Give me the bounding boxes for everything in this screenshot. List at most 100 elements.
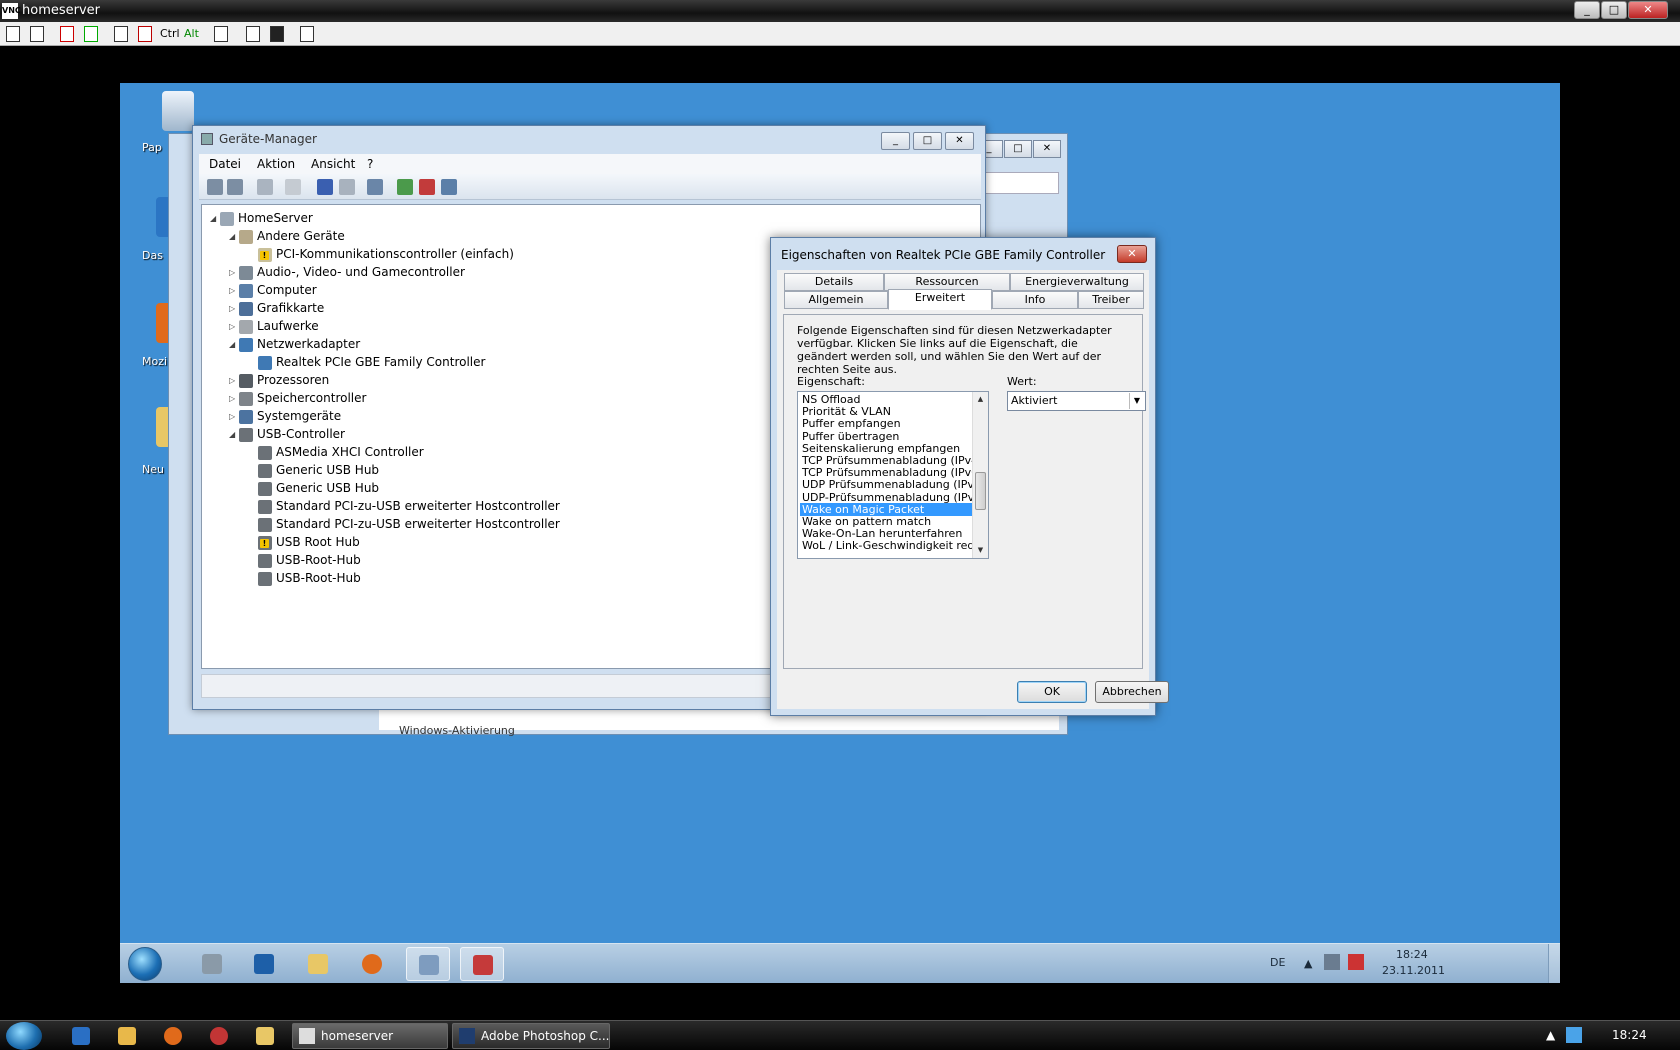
property-list-item[interactable]: Wake on pattern match xyxy=(800,515,972,528)
refresh-icon[interactable] xyxy=(84,26,98,42)
tab-treiber[interactable]: Treiber xyxy=(1078,291,1144,309)
rt-devmgr[interactable] xyxy=(406,947,450,981)
rt-firefox[interactable] xyxy=(350,947,394,981)
host-start-button[interactable] xyxy=(6,1022,42,1050)
update-driver-icon[interactable] xyxy=(397,179,413,195)
scale-icon[interactable] xyxy=(300,26,314,42)
opera-icon[interactable] xyxy=(210,1027,228,1045)
tree-expander-icon[interactable]: ▷ xyxy=(229,300,239,318)
windows-key-icon[interactable] xyxy=(138,26,152,42)
clipboard-icon[interactable] xyxy=(214,26,228,42)
mail-icon[interactable] xyxy=(118,1027,136,1045)
save-icon[interactable] xyxy=(270,26,284,42)
host-minimize-button[interactable]: _ xyxy=(1574,1,1600,19)
remote-clock-time[interactable]: 18:24 xyxy=(1396,948,1428,961)
tree-expander-icon[interactable]: ▷ xyxy=(229,390,239,408)
alt-key-button[interactable]: Alt xyxy=(184,26,199,42)
devmgr-minimize-button[interactable]: _ xyxy=(881,132,910,150)
scroll-down-arrow-icon[interactable]: ▼ xyxy=(973,543,988,558)
tree-expander-icon[interactable]: ◢ xyxy=(229,426,239,444)
tree-expander-icon[interactable]: ▷ xyxy=(229,264,239,282)
scan-hardware-icon[interactable] xyxy=(367,179,383,195)
tree-expander-icon[interactable]: ▷ xyxy=(229,318,239,336)
value-dropdown[interactable]: Aktiviert ▼ xyxy=(1007,391,1146,411)
tray-expand-icon[interactable]: ▲ xyxy=(1304,957,1312,970)
tree-expander-icon[interactable]: ▷ xyxy=(229,372,239,390)
property-list-item[interactable]: Priorität & VLAN xyxy=(800,405,972,418)
host-firefox-icon[interactable] xyxy=(164,1027,182,1045)
back-icon[interactable] xyxy=(207,179,223,195)
tree-expander-icon[interactable]: ◢ xyxy=(229,228,239,246)
scroll-thumb[interactable] xyxy=(975,472,986,510)
tab-info[interactable]: Info xyxy=(992,291,1078,309)
property-list-item[interactable]: UDP-Prüfsummenabladung (IPv6) xyxy=(800,491,972,504)
fullscreen-icon[interactable] xyxy=(60,26,74,42)
property-list-item[interactable]: WoL / Link-Geschwindigkeit reduzie xyxy=(800,539,972,552)
dialog-close-button[interactable]: ✕ xyxy=(1117,245,1147,263)
tree-item[interactable]: USB-Root-Hub xyxy=(248,569,361,587)
host-clock[interactable]: 18:24 xyxy=(1612,1028,1647,1042)
tree-item[interactable]: PCI-Kommunikationscontroller (einfach) xyxy=(248,245,514,263)
tree-expander-icon[interactable]: ▷ xyxy=(229,282,239,300)
tree-item[interactable]: ▷ Prozessoren xyxy=(229,371,329,389)
tree-item[interactable]: Generic USB Hub xyxy=(248,461,379,479)
bg-search-input[interactable] xyxy=(979,172,1059,194)
options-icon[interactable] xyxy=(6,26,20,42)
tree-expander-icon[interactable]: ◢ xyxy=(229,336,239,354)
tree-item[interactable]: ◢ Andere Geräte xyxy=(229,227,345,245)
remote-clock-date[interactable]: 23.11.2011 xyxy=(1382,964,1445,977)
menu-ansicht[interactable]: Ansicht xyxy=(311,157,355,171)
menu-datei[interactable]: Datei xyxy=(209,157,241,171)
property-list-item[interactable]: Wake on Magic Packet xyxy=(800,502,972,516)
bg-maximize-button[interactable]: □ xyxy=(1004,140,1032,158)
uninstall-icon[interactable] xyxy=(419,179,435,195)
rt-server-manager[interactable] xyxy=(190,947,234,981)
cancel-button[interactable]: Abbrechen xyxy=(1095,681,1169,703)
property-list-item[interactable]: TCP Prüfsummenabladung (IPv6) xyxy=(800,466,972,479)
ok-button[interactable]: OK xyxy=(1017,681,1087,703)
tree-item[interactable]: Standard PCI-zu-USB erweiterter Hostcont… xyxy=(248,497,560,515)
info-icon[interactable] xyxy=(30,26,44,42)
tree-item[interactable]: ▷ Audio-, Video- und Gamecontroller xyxy=(229,263,465,281)
property-list-scrollbar[interactable]: ▲ ▼ xyxy=(972,392,988,558)
property-list-item[interactable]: Wake-On-Lan herunterfahren xyxy=(800,527,972,540)
tree-expander-icon[interactable]: ▷ xyxy=(229,408,239,426)
ctrl-key-button[interactable]: Ctrl xyxy=(160,26,180,42)
host-task-photoshop[interactable]: Adobe Photoshop C... xyxy=(452,1023,610,1049)
devmgr-maximize-button[interactable]: □ xyxy=(913,132,942,150)
tree-item[interactable]: ▷ Laufwerke xyxy=(229,317,319,335)
view-icon[interactable] xyxy=(339,179,355,195)
language-indicator[interactable]: DE xyxy=(1270,956,1285,969)
ctrl-alt-del-icon[interactable] xyxy=(114,26,128,42)
menu-help[interactable]: ? xyxy=(367,157,373,171)
tab-allgemein[interactable]: Allgemein xyxy=(784,291,888,309)
forward-icon[interactable] xyxy=(227,179,243,195)
tree-expander-icon[interactable]: ◢ xyxy=(210,210,220,228)
tab-energieverwaltung[interactable]: Energieverwaltung xyxy=(1010,273,1144,291)
property-list-item[interactable]: NS Offload xyxy=(800,393,972,406)
recycle-bin-icon[interactable] xyxy=(162,91,194,131)
show-desktop-button[interactable] xyxy=(1548,944,1560,983)
menu-aktion[interactable]: Aktion xyxy=(257,157,295,171)
rt-powershell[interactable] xyxy=(242,947,286,981)
properties-icon[interactable] xyxy=(285,179,301,195)
bg-close-button[interactable]: ✕ xyxy=(1033,140,1061,158)
dropbox-icon[interactable] xyxy=(1566,1027,1582,1043)
tree-item[interactable]: Generic USB Hub xyxy=(248,479,379,497)
tree-item[interactable]: ◢ Netzwerkadapter xyxy=(229,335,360,353)
host-tray-expand-icon[interactable]: ▲ xyxy=(1546,1028,1555,1042)
remote-start-button[interactable] xyxy=(128,947,162,981)
tree-item[interactable]: Realtek PCIe GBE Family Controller xyxy=(248,353,485,371)
tab-erweitert[interactable]: Erweitert xyxy=(888,289,992,310)
property-list-item[interactable]: Puffer übertragen xyxy=(800,430,972,443)
chevron-down-icon[interactable]: ▼ xyxy=(1129,393,1144,409)
tree-item[interactable]: ▷ Grafikkarte xyxy=(229,299,324,317)
property-list-item[interactable]: Seitenskalierung empfangen xyxy=(800,442,972,455)
scroll-up-arrow-icon[interactable]: ▲ xyxy=(973,392,988,407)
tree-item[interactable]: USB Root Hub xyxy=(248,533,360,551)
host-close-button[interactable]: ✕ xyxy=(1628,1,1668,19)
tree-item[interactable]: ASMedia XHCI Controller xyxy=(248,443,424,461)
tree-item[interactable]: ◢ HomeServer xyxy=(210,209,313,227)
rt-toolbox[interactable] xyxy=(460,947,504,981)
tree-item[interactable]: Standard PCI-zu-USB erweiterter Hostcont… xyxy=(248,515,560,533)
